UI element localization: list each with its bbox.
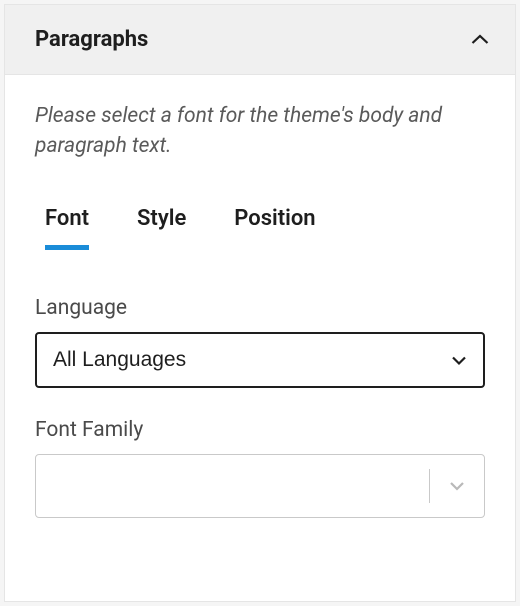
- panel-title: Paragraphs: [35, 27, 148, 52]
- font-family-label: Font Family: [35, 418, 485, 442]
- tab-position[interactable]: Position: [234, 206, 315, 250]
- font-family-field: Font Family: [35, 418, 485, 518]
- font-family-combobox[interactable]: [35, 454, 485, 518]
- tabs: Font Style Position: [35, 206, 485, 250]
- font-family-input[interactable]: [36, 455, 429, 517]
- language-select-wrap: All Languages: [35, 332, 485, 388]
- chevron-down-icon: [449, 476, 465, 495]
- tab-style[interactable]: Style: [137, 206, 186, 250]
- font-family-dropdown-toggle[interactable]: [430, 455, 484, 517]
- panel-header-toggle[interactable]: Paragraphs: [5, 5, 515, 75]
- language-field: Language All Languages: [35, 296, 485, 388]
- paragraphs-panel: Paragraphs Please select a font for the …: [4, 4, 516, 602]
- language-select[interactable]: All Languages: [35, 332, 485, 388]
- tab-font[interactable]: Font: [45, 206, 89, 250]
- panel-description: Please select a font for the theme's bod…: [35, 101, 485, 162]
- panel-body: Please select a font for the theme's bod…: [5, 75, 515, 601]
- language-label: Language: [35, 296, 485, 320]
- chevron-up-icon: [469, 29, 491, 51]
